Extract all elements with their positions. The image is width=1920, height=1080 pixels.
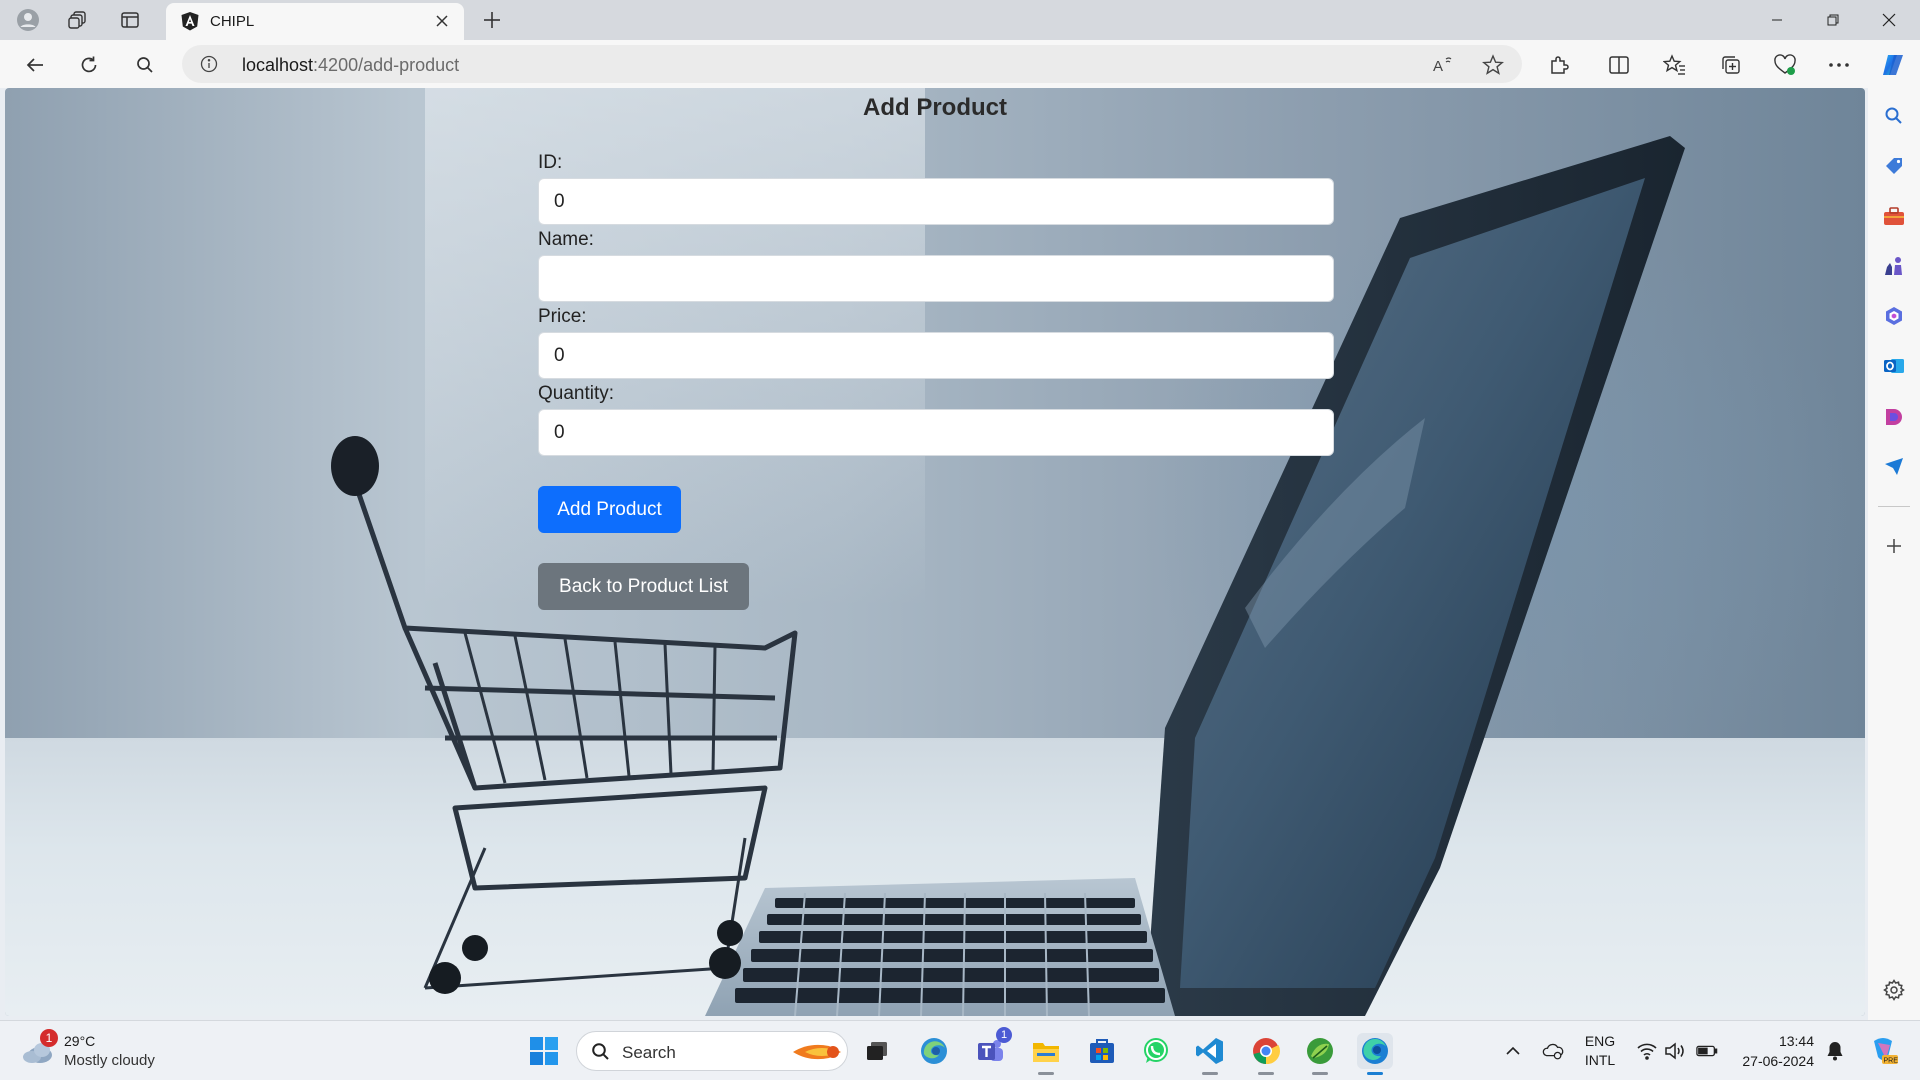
edge-active-indicator (1367, 1072, 1383, 1075)
sidebar-add-icon[interactable] (1882, 534, 1906, 558)
favorites-icon[interactable] (1660, 50, 1690, 80)
collections-icon[interactable] (1716, 50, 1746, 80)
id-label: ID: (538, 152, 563, 173)
language-top[interactable]: ENG (1578, 1033, 1622, 1049)
chrome-running-indicator (1258, 1072, 1274, 1075)
tools-briefcase-icon[interactable] (1882, 204, 1906, 228)
tab-actions-icon[interactable] (116, 6, 144, 34)
search-highlight-icon (789, 1036, 845, 1073)
read-aloud-icon[interactable]: A (1430, 52, 1456, 78)
favorite-star-icon[interactable] (1480, 52, 1506, 78)
svg-text:PRE: PRE (1884, 1058, 1899, 1065)
new-tab-icon[interactable] (478, 6, 506, 34)
search-icon[interactable] (130, 50, 160, 80)
taskbar-search-icon (591, 1042, 611, 1067)
add-product-button[interactable]: Add Product (538, 486, 681, 533)
browser-toolbar: localhost:4200/add-product A (0, 40, 1920, 88)
refresh-icon[interactable] (74, 50, 104, 80)
svg-text:A: A (1433, 58, 1443, 75)
angular-favicon-icon (180, 11, 200, 31)
sidebar-settings-icon[interactable] (1882, 978, 1906, 1002)
back-to-product-list-button[interactable]: Back to Product List (538, 563, 749, 610)
battery-icon[interactable] (1696, 1040, 1718, 1062)
language-bottom[interactable]: INTL (1578, 1052, 1622, 1068)
sidebar-divider (1878, 506, 1910, 507)
page-title: Add Product (863, 94, 1007, 121)
name-label: Name: (538, 229, 594, 250)
browser-essentials-icon[interactable] (1770, 50, 1800, 80)
microsoft365-icon[interactable] (1882, 304, 1906, 328)
quantity-label: Quantity: (538, 383, 615, 404)
more-menu-icon[interactable] (1824, 50, 1854, 80)
start-windows-icon[interactable] (526, 1033, 562, 1069)
vscode-icon[interactable] (1192, 1033, 1228, 1075)
id-input[interactable] (538, 178, 1334, 225)
teams-icon[interactable]: 1 (972, 1027, 1012, 1069)
site-info-icon[interactable] (200, 55, 218, 73)
show-hidden-icons-chevron-icon[interactable] (1502, 1040, 1524, 1062)
microsoft-store-icon[interactable] (1084, 1033, 1120, 1069)
edge-browser-icon[interactable] (1357, 1033, 1393, 1075)
vscode-running-indicator (1202, 1072, 1218, 1075)
tab-close-icon[interactable] (432, 11, 452, 31)
shopping-tag-icon[interactable] (1882, 154, 1906, 178)
profile-icon[interactable] (14, 6, 42, 34)
quantity-input[interactable] (538, 409, 1334, 456)
clock-time: 13:44 (1778, 1033, 1814, 1049)
tab-strip: CHIPL (0, 0, 1920, 40)
extensions-icon[interactable] (1544, 50, 1574, 80)
windows-taskbar: 1 29°C Mostly cloudy Search 1 ENG INTL 1… (0, 1020, 1920, 1080)
taskbar-search-label: Search (622, 1043, 676, 1062)
sidebar-search-icon[interactable] (1882, 104, 1906, 128)
task-view-icon[interactable] (860, 1033, 896, 1069)
price-label: Price: (538, 306, 587, 327)
green-app-running-indicator (1312, 1072, 1328, 1075)
volume-icon[interactable] (1664, 1040, 1686, 1062)
tab-title: CHIPL (210, 13, 255, 30)
split-screen-icon[interactable] (1604, 50, 1634, 80)
url-text: localhost:4200/add-product (242, 55, 460, 75)
back-icon[interactable] (20, 50, 50, 80)
outlook-icon[interactable] (1882, 354, 1906, 378)
name-input[interactable] (538, 255, 1334, 302)
wifi-icon[interactable] (1636, 1040, 1658, 1062)
clock-date: 27-06-2024 (1742, 1053, 1814, 1069)
notification-bell-icon[interactable] (1824, 1040, 1846, 1062)
send-telegram-icon[interactable] (1882, 454, 1906, 478)
laptop-cart-background-image (331, 136, 1685, 1016)
taskbar-search-box[interactable]: Search (576, 1031, 848, 1071)
file-explorer-icon[interactable] (1028, 1033, 1064, 1075)
system-clock[interactable]: 13:44 27-06-2024 (1734, 1031, 1814, 1071)
price-input[interactable] (538, 332, 1334, 379)
edge-dev-icon[interactable] (916, 1033, 952, 1069)
restore-icon[interactable] (1810, 2, 1856, 38)
edge-sidebar (1868, 88, 1920, 1020)
weather-temperature[interactable]: 29°C (64, 1033, 95, 1049)
teams-notification-badge: 1 (996, 1027, 1012, 1043)
copilot-icon[interactable] (1878, 50, 1908, 80)
games-chess-icon[interactable] (1882, 254, 1906, 278)
workspaces-icon[interactable] (64, 6, 92, 34)
copilot-preview-icon[interactable]: PRE (1868, 1035, 1898, 1065)
chrome-icon[interactable] (1248, 1033, 1284, 1075)
minimize-icon[interactable] (1754, 2, 1800, 38)
page-viewport: Add Product ID: Name: Price: Quantity: A… (5, 88, 1865, 1016)
address-bar[interactable]: localhost:4200/add-product A (182, 45, 1522, 83)
tab-chipl[interactable]: CHIPL (166, 3, 464, 40)
onedrive-sync-icon[interactable] (1542, 1040, 1564, 1062)
weather-alert-badge: 1 (40, 1029, 58, 1047)
weather-description[interactable]: Mostly cloudy (64, 1052, 155, 1069)
whatsapp-icon[interactable] (1138, 1033, 1174, 1069)
green-app-icon[interactable] (1302, 1033, 1338, 1075)
close-window-icon[interactable] (1866, 2, 1912, 38)
designer-icon[interactable] (1882, 404, 1906, 428)
file-explorer-running-indicator (1038, 1072, 1054, 1075)
